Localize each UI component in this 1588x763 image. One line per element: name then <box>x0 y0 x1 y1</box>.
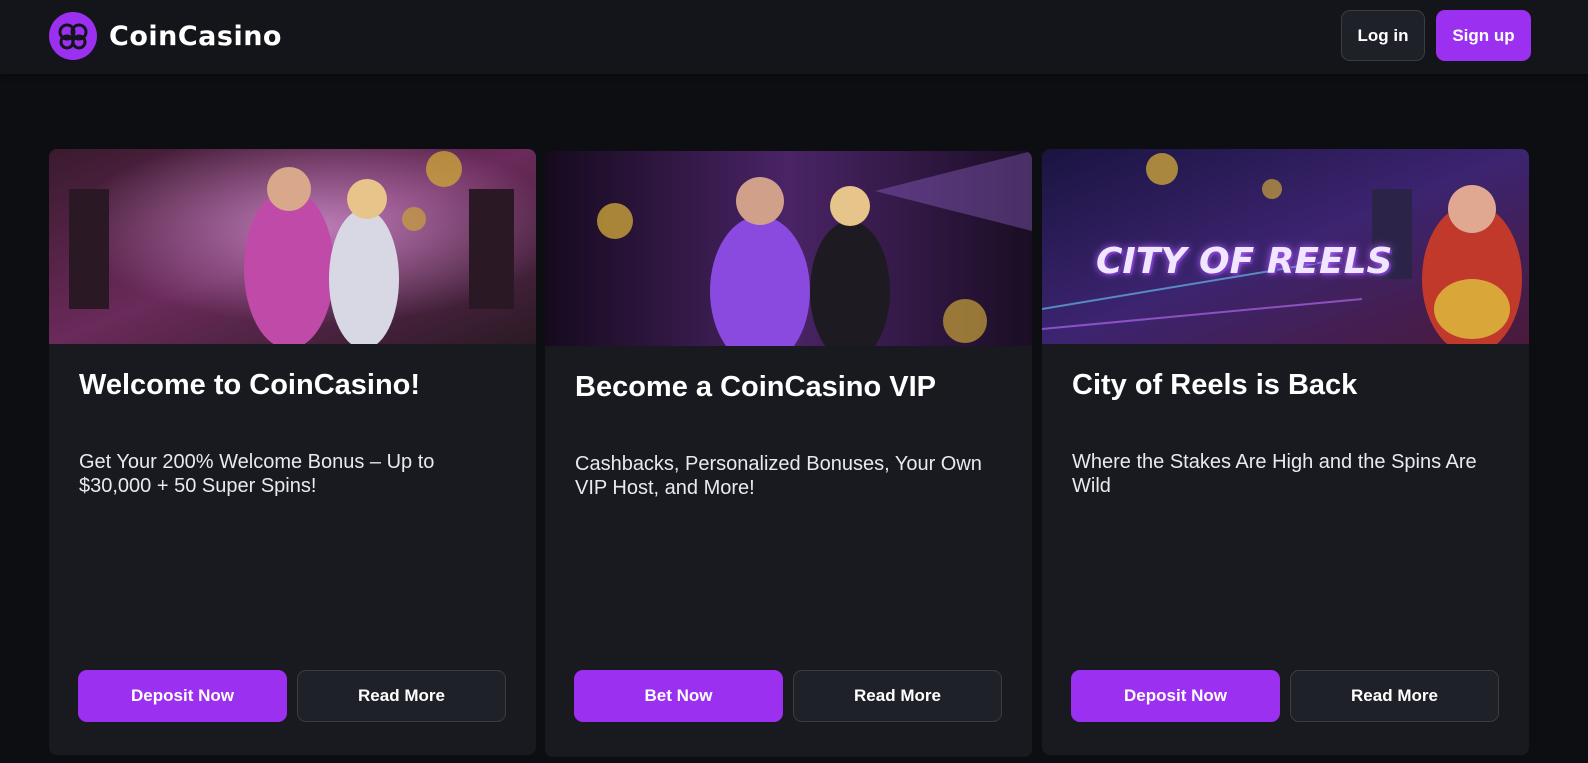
promo-title: Become a CoinCasino VIP <box>575 371 936 403</box>
promo-card-city-of-reels: CITY OF REELS City of Reels is Back Wher… <box>1042 149 1529 755</box>
promo-title: Welcome to CoinCasino! <box>79 369 421 401</box>
promo-description: Where the Stakes Are High and the Spins … <box>1072 451 1477 497</box>
promo-title: City of Reels is Back <box>1072 369 1358 401</box>
brand-home-link[interactable]: CoinCasino <box>49 12 282 60</box>
read-more-button[interactable]: Read More <box>793 670 1002 722</box>
deposit-now-button[interactable]: Deposit Now <box>1071 670 1280 722</box>
brand-name: CoinCasino <box>109 20 282 52</box>
coincasino-logo-icon <box>49 12 97 60</box>
top-navigation-bar: CoinCasino Log in Sign up <box>0 0 1588 74</box>
city-of-reels-banner-text: CITY OF REELS <box>1096 241 1393 282</box>
read-more-button[interactable]: Read More <box>1290 670 1499 722</box>
login-button[interactable]: Log in <box>1341 10 1425 61</box>
promo-description: Get Your 200% Welcome Bonus – Up to $30,… <box>79 451 435 497</box>
read-more-button[interactable]: Read More <box>297 670 506 722</box>
deposit-now-button[interactable]: Deposit Now <box>78 670 287 722</box>
promo-description: Cashbacks, Personalized Bonuses, Your Ow… <box>575 453 982 499</box>
signup-button[interactable]: Sign up <box>1436 10 1531 61</box>
promo-image-welcome <box>49 149 536 344</box>
promo-card-vip: Become a CoinCasino VIP Cashbacks, Perso… <box>545 151 1032 757</box>
promo-card-welcome: Welcome to CoinCasino! Get Your 200% Wel… <box>49 149 536 755</box>
bet-now-button[interactable]: Bet Now <box>574 670 783 722</box>
promo-image-vip <box>545 151 1032 346</box>
